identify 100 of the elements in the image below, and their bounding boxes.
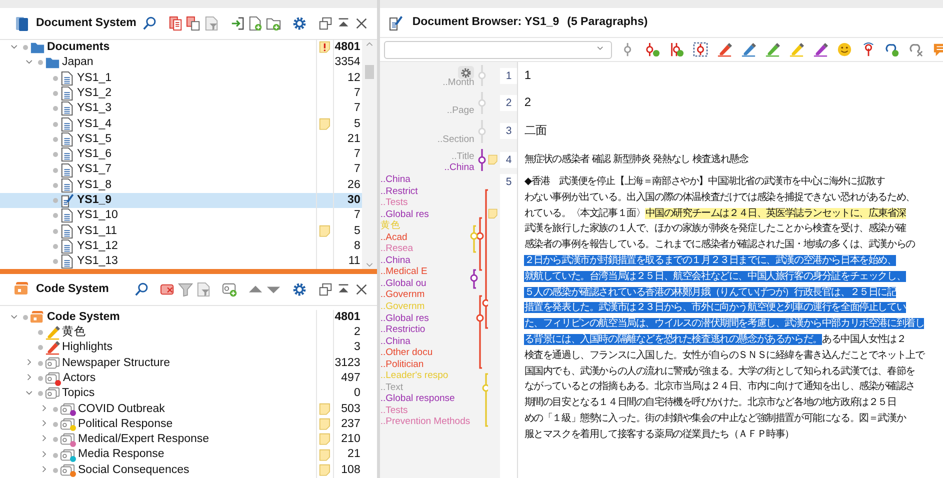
folder-name: Japan — [62, 55, 94, 70]
document-icon — [60, 132, 75, 147]
paragraph-number: 3 — [500, 123, 518, 139]
filter-icon[interactable] — [204, 16, 220, 31]
filter-icon[interactable] — [178, 282, 194, 297]
code-label[interactable]: ..Global ou — [380, 278, 470, 290]
selection-icon[interactable] — [693, 42, 708, 57]
code-label[interactable]: ..Restrict — [380, 186, 470, 198]
highlighter-icon[interactable] — [741, 42, 756, 57]
document-name: YS1_8 — [77, 178, 112, 193]
document-row[interactable]: YS1_5 21 — [0, 132, 362, 148]
import-icon[interactable] — [230, 16, 246, 31]
code-label[interactable]: ..China — [380, 336, 470, 348]
code-row[interactable]: Medical/Expert Response 210 — [0, 432, 362, 448]
add-link-icon[interactable] — [885, 42, 900, 57]
code-label[interactable]: ..Restrictio — [380, 324, 470, 336]
smiley-icon[interactable] — [837, 42, 852, 57]
folder-row[interactable]: Japan 3354 — [0, 55, 362, 71]
document-row[interactable]: YS1_9 30 — [0, 192, 362, 208]
code-label[interactable]: ..Governm — [380, 289, 470, 302]
document-row[interactable]: YS1_3 7 — [0, 101, 362, 116]
status-dot — [53, 437, 58, 442]
status-dot — [53, 182, 58, 188]
new-folder-icon[interactable] — [266, 16, 282, 31]
add-code-icon[interactable] — [669, 42, 684, 57]
document-row[interactable]: YS1_4 5 — [0, 116, 362, 132]
undock-icon[interactable] — [318, 16, 334, 31]
search-icon[interactable] — [134, 282, 150, 297]
code-label[interactable]: ..Medical E — [380, 266, 470, 278]
reference-count: 503 — [340, 402, 362, 417]
code-icon — [60, 432, 75, 448]
document-row[interactable]: YS1_10 7 — [0, 208, 362, 224]
close-icon[interactable] — [354, 282, 370, 297]
highlighter-icon[interactable] — [813, 42, 828, 57]
code-row[interactable]: COVID Outbreak 503 — [0, 402, 362, 417]
code-row[interactable]: Highlights 3 — [0, 340, 362, 356]
code-name: Political Response — [78, 416, 173, 432]
memo-alert-icon[interactable] — [318, 41, 332, 54]
code-row[interactable]: 黄色 2 — [0, 325, 362, 340]
code-label[interactable]: ..Other docu — [380, 347, 470, 359]
code-row[interactable]: Actors 497 — [0, 370, 362, 386]
code-row[interactable]: Code System 4801 — [0, 310, 362, 326]
code-label[interactable]: ..Acad — [380, 232, 470, 244]
remove-link-icon[interactable] — [909, 42, 924, 57]
code-row[interactable]: Topics 0 — [0, 386, 362, 402]
settings-icon[interactable] — [292, 16, 308, 31]
document-row[interactable]: YS1_1 12 — [0, 70, 362, 86]
close-icon[interactable] — [354, 16, 370, 31]
document-row[interactable]: YS1_7 7 — [0, 162, 362, 178]
document-row[interactable]: YS1_2 7 — [0, 86, 362, 102]
highlighter-icon[interactable] — [765, 42, 780, 57]
document-icon — [60, 239, 75, 254]
panel-title: Code System — [36, 282, 109, 297]
paragraph-text: 武漢を旅行した家族の１人で、ほかの家族が肺炎を発症したことから検査を受け、感染が確 — [524, 223, 906, 234]
scrollbar-thumb[interactable] — [365, 65, 374, 79]
paragraph-text: めの「１級」態勢に入った。街の封鎖や集会の中止など強制措置が可能になる。図＝武漢か — [524, 412, 906, 424]
code-row[interactable]: Newspaper Structure 3123 — [0, 356, 362, 371]
paragraph-count: (5 Paragraphs) — [567, 14, 648, 30]
code-label[interactable]: ..Global response — [380, 393, 470, 405]
paragraph-text: れている。〈本文記事１面〉 — [524, 208, 646, 219]
undock-icon[interactable] — [318, 282, 334, 297]
document-name: YS1_4 — [77, 116, 112, 132]
code-row[interactable]: Political Response 237 — [0, 416, 362, 432]
folder-icon — [45, 55, 60, 70]
code-name: COVID Outbreak — [78, 402, 165, 417]
reference-count: 12 — [346, 70, 362, 86]
code-label[interactable]: ..Politician — [380, 358, 470, 370]
document-row[interactable]: YS1_12 8 — [0, 238, 362, 254]
new-document-icon[interactable] — [248, 16, 264, 31]
remove-code-icon[interactable] — [160, 282, 176, 297]
code-label[interactable]: ..China — [444, 162, 474, 174]
folder-icon — [30, 40, 45, 56]
code-label[interactable]: ..Global res — [380, 208, 470, 220]
document-row[interactable]: YS1_11 5 — [0, 224, 362, 239]
filter-icon[interactable] — [196, 282, 212, 297]
reference-count: 30 — [346, 193, 362, 208]
new-code-icon[interactable] — [222, 282, 238, 297]
document-icon — [60, 116, 75, 132]
settings-button[interactable] — [458, 66, 474, 80]
folder-row[interactable]: Documents 4801 — [0, 40, 362, 56]
search-icon[interactable] — [142, 16, 158, 31]
coding-stripe-icon[interactable] — [476, 146, 488, 174]
status-dot — [53, 136, 58, 142]
code-row[interactable]: Media Response 21 — [0, 447, 362, 463]
documents-icon[interactable] — [168, 16, 184, 31]
code-label[interactable]: ..China — [380, 174, 470, 186]
code-row[interactable]: Social Consequences 108 — [0, 462, 362, 478]
code-label[interactable]: ..Global res — [380, 312, 470, 324]
document-row[interactable]: YS1_6 7 — [0, 147, 362, 162]
paragraph-text: 期間の目安となる１４日間の自宅待機を呼びかけた。北京市など各地の地方政府は２５日 — [524, 397, 896, 408]
status-dot — [38, 360, 43, 366]
paragraph-text: ◆香港 武漢便を停止【上海＝南部さやか】中国湖北省の武漢市を中心に海外に拡散す — [524, 176, 885, 187]
settings-icon[interactable] — [292, 282, 308, 297]
code-name: Topics — [62, 386, 95, 402]
code-label[interactable]: ..China — [380, 254, 470, 266]
highlighter-icon[interactable] — [717, 42, 732, 57]
paragraph-text: 国国内でも、武漢からの人の流れに警戒が強まる。大学の街として知られる武漢では、春節を — [524, 366, 915, 377]
add-code-icon[interactable] — [645, 42, 660, 57]
highlighter-icon[interactable] — [789, 42, 804, 57]
copy-icon[interactable] — [186, 16, 202, 31]
